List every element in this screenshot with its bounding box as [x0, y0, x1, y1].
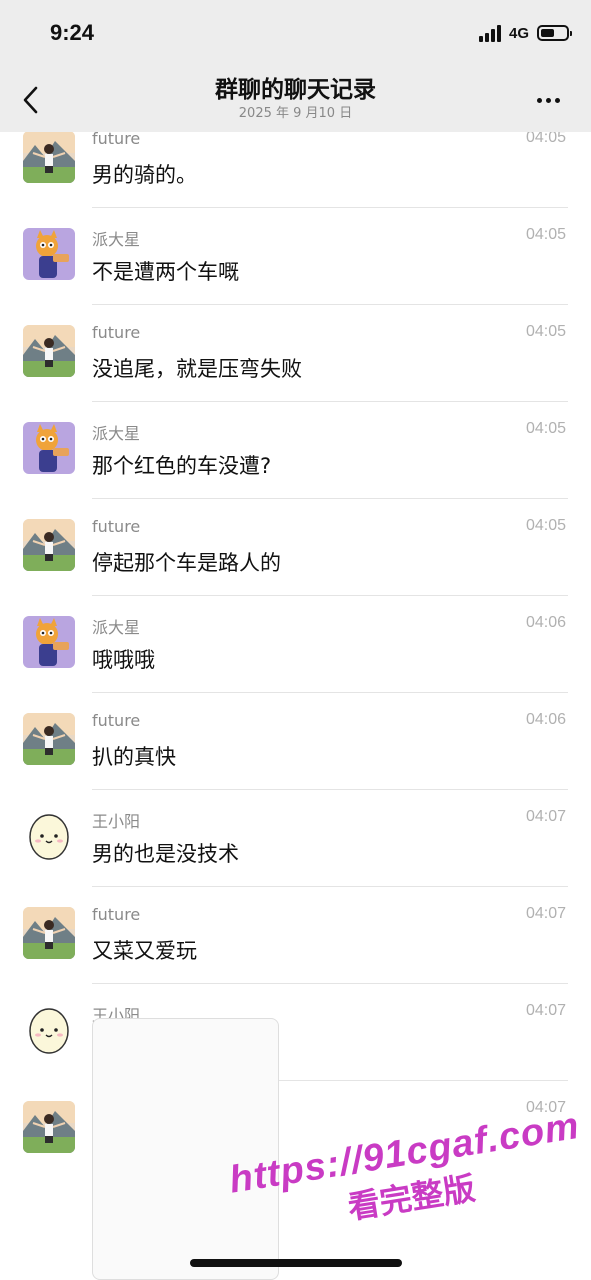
message-row[interactable]: 派大星 04:05 不是遭两个车嘅: [0, 208, 591, 305]
status-time: 9:24: [50, 20, 95, 45]
more-dot-icon: [546, 97, 551, 103]
message-text[interactable]: 男的骑的。: [92, 159, 197, 189]
avatar[interactable]: [23, 616, 75, 668]
message-time: 04:05: [525, 420, 566, 437]
message-row[interactable]: 派大星 04:06 哦哦哦: [0, 596, 591, 693]
message-row[interactable]: future04:07: [0, 1081, 591, 1178]
message-time: 04:07: [525, 1099, 566, 1116]
header-title-area: 群聊的聊天记录 2025 年 9 月10 日: [0, 74, 591, 122]
message-time: 04:05: [525, 517, 566, 534]
message-row[interactable]: future 04:05 停起那个车是路人的: [0, 499, 591, 596]
page-date: 2025 年 9 月10 日: [238, 106, 353, 121]
message-time: 04:06: [525, 711, 566, 728]
avatar[interactable]: [23, 131, 75, 183]
avatar[interactable]: [23, 810, 75, 862]
sender-name: future: [92, 711, 141, 730]
message-text[interactable]: 哦哦哦: [92, 644, 155, 674]
message-row[interactable]: future 04:06 扒的真快: [0, 693, 591, 790]
avatar[interactable]: [23, 325, 75, 377]
sender-name: future: [92, 905, 141, 924]
message-row[interactable]: 派大星 04:05 那个红色的车没遭?: [0, 402, 591, 499]
message-time: 04:07: [525, 808, 566, 825]
message-text[interactable]: 停起那个车是路人的: [92, 547, 281, 577]
avatar[interactable]: [23, 422, 75, 474]
avatar[interactable]: [23, 1004, 75, 1056]
sender-name: future: [92, 323, 141, 342]
message-text[interactable]: 那个红色的车没遭?: [92, 450, 271, 480]
network-label: 4G: [508, 24, 529, 42]
message-time: 04:07: [525, 905, 566, 922]
message-text[interactable]: 男的也是没技术: [92, 838, 239, 868]
sender-name: 派大星: [92, 230, 141, 249]
message-list[interactable]: future 04:05 男的骑的。 派大星 04:05 不是遭两个车嘅 future 04:…: [0, 111, 591, 1178]
more-dot-icon: [555, 97, 560, 103]
avatar[interactable]: [23, 228, 75, 280]
top-bar: 9:24 4G 群聊的聊天记录 2025 年 9 月10 日: [0, 0, 591, 132]
page-title: 群聊的聊天记录: [215, 77, 376, 103]
message-row[interactable]: future 04:07 又菜又爱玩: [0, 887, 591, 984]
more-dot-icon: [537, 97, 542, 103]
message-text[interactable]: 没追尾，就是压弯失败: [92, 353, 302, 383]
signal-icon: [478, 24, 501, 42]
message-time: 04:07: [525, 1002, 566, 1019]
more-button[interactable]: [537, 88, 567, 112]
sender-name: future: [92, 517, 141, 536]
message-row[interactable]: 王小阳04:07瞎几把压: [0, 984, 591, 1081]
message-time: 04:06: [525, 614, 566, 631]
message-time: 04:05: [525, 323, 566, 340]
avatar[interactable]: [23, 713, 75, 765]
message-row[interactable]: future 04:05 没追尾，就是压弯失败: [0, 305, 591, 402]
message-text[interactable]: 不是遭两个车嘅: [92, 256, 239, 286]
message-text[interactable]: 扒的真快: [92, 741, 176, 771]
image-message-placeholder[interactable]: [92, 1018, 279, 1280]
avatar[interactable]: [23, 519, 75, 571]
sender-name: 王小阳: [92, 812, 141, 831]
status-indicators: 4G: [478, 24, 572, 42]
battery-icon: [537, 25, 572, 41]
avatar[interactable]: [23, 1101, 75, 1153]
sender-name: 派大星: [92, 618, 141, 637]
message-text[interactable]: 又菜又爱玩: [92, 935, 197, 965]
sender-name: 派大星: [92, 424, 141, 443]
home-indicator[interactable]: [190, 1259, 402, 1267]
message-time: 04:05: [525, 226, 566, 243]
avatar[interactable]: [23, 907, 75, 959]
message-row[interactable]: 王小阳 04:07 男的也是没技术: [0, 790, 591, 887]
